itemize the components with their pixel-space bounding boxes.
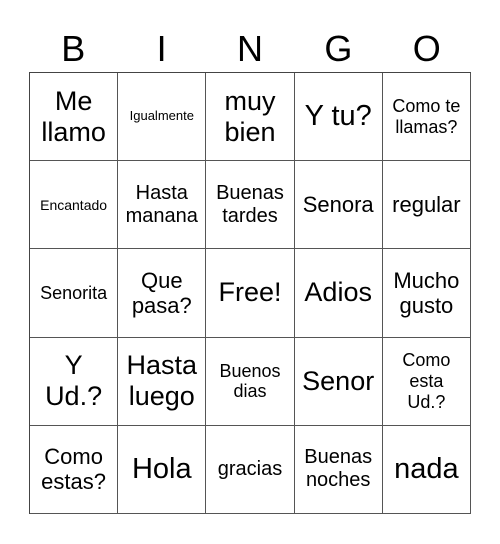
bingo-cell: Y tu? bbox=[294, 73, 383, 162]
bingo-cell: Que pasa? bbox=[118, 249, 207, 338]
bingo-cell: Como estas? bbox=[30, 425, 119, 514]
bingo-cell: Como te llamas? bbox=[382, 73, 471, 162]
header-letter-g: G bbox=[324, 28, 353, 69]
bingo-cell: Buenas tardes bbox=[206, 161, 295, 250]
header-letter-n: N bbox=[236, 28, 263, 69]
bingo-grid: Me llamo Igualmente muy bien Y tu? Como … bbox=[29, 72, 471, 514]
bingo-cell: nada bbox=[382, 425, 471, 514]
bingo-cell: Hola bbox=[118, 425, 207, 514]
bingo-cell: Como esta Ud.? bbox=[382, 337, 471, 426]
bingo-cell: Adios bbox=[294, 249, 383, 338]
bingo-cell: Hasta manana bbox=[118, 161, 207, 250]
bingo-cell: gracias bbox=[206, 425, 295, 514]
bingo-cell: Senorita bbox=[30, 249, 119, 338]
bingo-cell: Me llamo bbox=[30, 73, 119, 162]
bingo-cell: Buenos dias bbox=[206, 337, 295, 426]
bingo-header: B I N G O bbox=[29, 26, 471, 72]
bingo-cell: Senor bbox=[294, 337, 383, 426]
bingo-cell: muy bien bbox=[206, 73, 295, 162]
header-letter-o: O bbox=[412, 28, 441, 69]
bingo-cell: Igualmente bbox=[118, 73, 207, 162]
header-letter-b: B bbox=[61, 28, 86, 69]
header-letter-i: I bbox=[156, 28, 167, 69]
bingo-cell: Y Ud.? bbox=[30, 337, 119, 426]
bingo-cell: Encantado bbox=[30, 161, 119, 250]
bingo-cell: Senora bbox=[294, 161, 383, 250]
bingo-cell: Hasta luego bbox=[118, 337, 207, 426]
bingo-cell: Buenas noches bbox=[294, 425, 383, 514]
bingo-cell: regular bbox=[382, 161, 471, 250]
free-space-cell: Free! bbox=[206, 249, 295, 338]
bingo-cell: Mucho gusto bbox=[382, 249, 471, 338]
